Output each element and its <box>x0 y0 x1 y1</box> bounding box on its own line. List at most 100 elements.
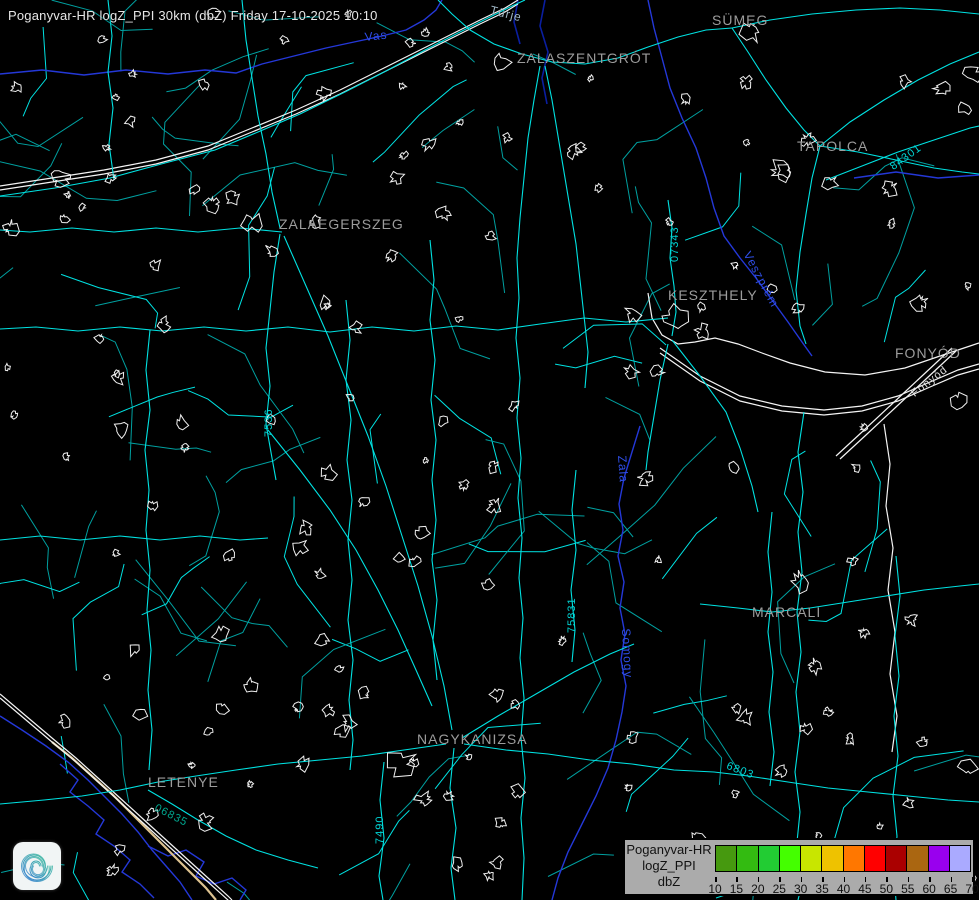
map-line <box>203 197 219 213</box>
map-line <box>698 302 706 312</box>
map-line <box>965 283 971 290</box>
map-line <box>487 498 501 513</box>
map-line <box>266 245 279 256</box>
map-line <box>808 658 821 675</box>
legend-tick-value: 45 <box>858 882 871 896</box>
map-line <box>129 443 212 453</box>
map-line <box>900 75 911 89</box>
map-line <box>226 191 240 205</box>
map-line <box>739 23 759 42</box>
map-line <box>60 764 154 898</box>
map-line <box>11 411 18 419</box>
legend-tick-value: 50 <box>880 882 893 896</box>
map-line <box>847 557 859 566</box>
map-line <box>145 330 152 770</box>
map-line <box>75 511 97 578</box>
map-line <box>732 8 979 28</box>
map-line <box>443 792 453 801</box>
legend-color-cell <box>865 846 886 871</box>
map-line <box>905 615 917 627</box>
spiral-icon <box>14 843 60 889</box>
map-line <box>635 186 661 310</box>
map-line <box>335 666 344 673</box>
map-line <box>0 134 50 151</box>
legend-tick-value: 70 <box>965 882 978 896</box>
map-line <box>462 644 634 738</box>
map-line <box>372 864 410 900</box>
map-line <box>495 818 506 828</box>
map-line <box>216 704 229 715</box>
map-line <box>339 810 409 875</box>
map-line <box>452 857 462 872</box>
map-line <box>485 231 496 240</box>
map-line <box>858 629 870 638</box>
legend-color-cell <box>780 846 801 871</box>
map-line <box>188 763 195 769</box>
map-line <box>415 526 430 539</box>
legend-tick-value: 55 <box>901 882 914 896</box>
map-line <box>150 260 161 271</box>
map-line <box>136 560 236 646</box>
map-line <box>910 295 928 311</box>
map-line <box>112 549 120 556</box>
map-line <box>59 714 70 728</box>
map-line <box>916 737 927 746</box>
map-line <box>423 458 428 464</box>
map-line <box>812 264 832 326</box>
legend-color-cell <box>716 846 737 871</box>
map-line <box>61 274 158 328</box>
legend-color-cell <box>822 846 843 871</box>
map-line <box>104 674 110 679</box>
map-line <box>226 437 320 482</box>
map-line <box>358 686 369 699</box>
map-line <box>322 704 334 717</box>
map-line <box>668 200 676 336</box>
map-line <box>700 639 721 785</box>
map-line <box>489 689 503 702</box>
map-line <box>740 75 752 89</box>
legend-tick-labels: 10152025303540455055606570 <box>715 877 972 895</box>
map-line <box>373 80 467 162</box>
map-line <box>399 83 406 89</box>
map-line <box>439 416 448 427</box>
map-line <box>852 464 860 472</box>
map-line <box>320 295 330 310</box>
map-line <box>587 507 633 537</box>
map-line <box>379 762 384 900</box>
map-line <box>280 36 289 45</box>
map-line <box>223 549 234 561</box>
map-line <box>694 323 708 339</box>
map-line <box>548 854 614 877</box>
map-line <box>840 351 956 459</box>
map-line <box>268 430 432 706</box>
legend-color-cell <box>844 846 865 871</box>
map-line <box>422 110 474 148</box>
map-line <box>444 63 452 71</box>
map-line <box>959 102 972 114</box>
map-line <box>400 253 491 359</box>
map-line <box>135 579 207 641</box>
map-line <box>108 0 114 180</box>
map-line <box>370 414 381 484</box>
map-line <box>109 387 195 417</box>
map-line <box>865 461 880 572</box>
map-line <box>516 66 540 900</box>
legend-title-line: logZ_PPI <box>625 858 713 874</box>
map-line <box>98 36 108 43</box>
map-line <box>682 94 691 104</box>
map-line <box>199 79 210 90</box>
map-line <box>888 218 895 228</box>
hungaromet-spiral-logo[interactable] <box>13 842 61 890</box>
map-line <box>583 633 601 713</box>
map-line <box>689 697 789 821</box>
map-line <box>729 461 739 473</box>
map-line <box>177 415 189 430</box>
map-line <box>646 344 668 470</box>
map-line <box>784 451 811 536</box>
legend-title-line: Poganyvar-HR <box>625 842 713 858</box>
legend-color-cell <box>759 846 780 871</box>
map-line <box>731 262 738 269</box>
map-line <box>836 348 952 456</box>
map-line <box>227 882 275 900</box>
map-line <box>73 564 124 671</box>
